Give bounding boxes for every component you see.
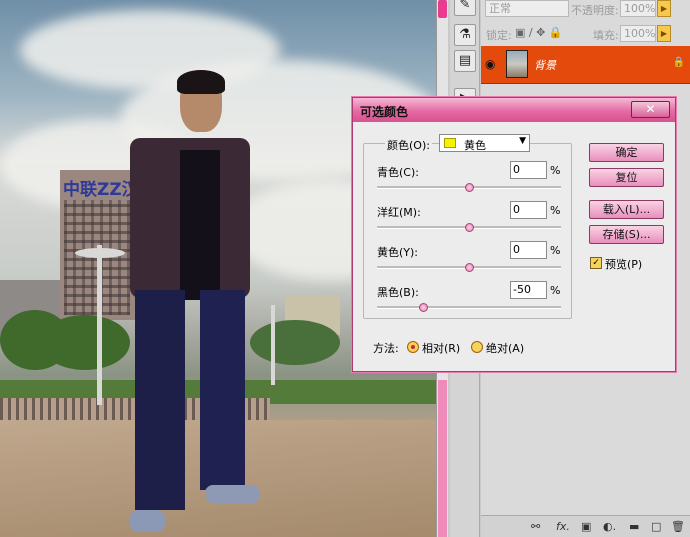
channel-value-input[interactable]: 0 <box>510 161 547 179</box>
method-absolute-radio[interactable] <box>471 341 483 353</box>
close-button[interactable]: ✕ <box>631 101 670 118</box>
dialog-title: 可选颜色 <box>360 105 409 119</box>
scrollbar-thumb[interactable] <box>438 380 447 537</box>
link-icon[interactable]: ⚯ <box>531 520 540 533</box>
chevron-down-icon: ▼ <box>519 136 526 146</box>
opacity-arrow-icon[interactable]: ▶ <box>657 0 671 17</box>
reset-button[interactable]: 复位 <box>589 168 664 187</box>
opacity-field[interactable]: 100% <box>620 0 656 17</box>
lock-icons[interactable]: ▣ ∕ ✥ 🔒 <box>515 26 585 39</box>
channel-label: 洋红(M): <box>377 206 421 219</box>
channel-label: 青色(C): <box>377 166 419 179</box>
fx-icon[interactable]: fx. <box>556 520 570 533</box>
dialog-title-bar[interactable]: 可选颜色 ✕ <box>353 98 675 122</box>
channel-label: 黄色(Y): <box>377 246 419 259</box>
street-lamp <box>271 305 275 385</box>
method-relative-radio[interactable] <box>407 341 419 353</box>
scrollbar-top-thumb[interactable] <box>438 0 447 18</box>
man-figure <box>125 70 260 535</box>
layer-row-background[interactable]: ◉ 背景 🔒 <box>481 46 690 84</box>
mask-icon[interactable]: ▣ <box>581 520 591 533</box>
colors-select[interactable]: 黄色 ▼ <box>439 134 530 152</box>
save-button[interactable]: 存储(S)... <box>589 225 664 244</box>
channel-slider-thumb[interactable] <box>465 263 474 272</box>
street-lamp <box>97 245 102 405</box>
preview-label: 预览(P) <box>605 258 643 271</box>
preview-checkbox[interactable]: ✓ <box>590 257 602 269</box>
fill-arrow-icon[interactable]: ▶ <box>657 25 671 42</box>
lock-icon: 🔒 <box>672 57 685 68</box>
colors-label: 颜色(O): <box>385 137 432 153</box>
method-label: 方法: <box>373 342 399 355</box>
channel-slider-thumb[interactable] <box>419 303 428 312</box>
brush-tool-icon[interactable]: ✎ <box>454 0 476 16</box>
channel-slider-track[interactable] <box>377 306 561 309</box>
tree <box>40 315 130 370</box>
history-tool-icon[interactable]: ▤ <box>454 50 476 72</box>
colors-select-value: 黄色 <box>464 139 486 152</box>
street-lamp-head <box>75 248 125 258</box>
selective-color-dialog: 可选颜色 ✕ 颜色(O): 黄色 ▼ 确定 复位 载入(L)... 存储(S).… <box>352 97 676 372</box>
adjustment-icon[interactable]: ◐. <box>603 520 616 533</box>
load-button[interactable]: 载入(L)... <box>589 200 664 219</box>
channel-label: 黑色(B): <box>377 286 419 299</box>
ok-button[interactable]: 确定 <box>589 143 664 162</box>
tree <box>250 320 340 365</box>
percent-unit: % <box>550 284 561 297</box>
layer-name: 背景 <box>534 59 556 72</box>
channel-slider-thumb[interactable] <box>465 223 474 232</box>
layers-bottom-bar: ⚯ fx. ▣ ◐. ▬ □ 🗑 <box>481 515 690 537</box>
clone-tool-icon[interactable]: ⚗ <box>454 24 476 46</box>
channel-value-input[interactable]: 0 <box>510 241 547 259</box>
percent-unit: % <box>550 204 561 217</box>
new-layer-icon[interactable]: □ <box>651 520 661 533</box>
channel-value-input[interactable]: 0 <box>510 201 547 219</box>
percent-unit: % <box>550 244 561 257</box>
layer-thumbnail <box>506 50 528 78</box>
method-relative-label: 相对(R) <box>422 342 461 355</box>
channel-value-input[interactable]: -50 <box>510 281 547 299</box>
percent-unit: % <box>550 164 561 177</box>
trash-icon[interactable]: 🗑 <box>671 520 685 533</box>
method-absolute-label: 绝对(A) <box>486 342 525 355</box>
blend-mode-select[interactable]: 正常 <box>485 0 569 17</box>
eye-icon[interactable]: ◉ <box>485 57 495 71</box>
folder-icon[interactable]: ▬ <box>629 520 639 533</box>
fill-field[interactable]: 100% <box>620 25 656 42</box>
channel-slider-thumb[interactable] <box>465 183 474 192</box>
color-swatch <box>444 138 456 148</box>
